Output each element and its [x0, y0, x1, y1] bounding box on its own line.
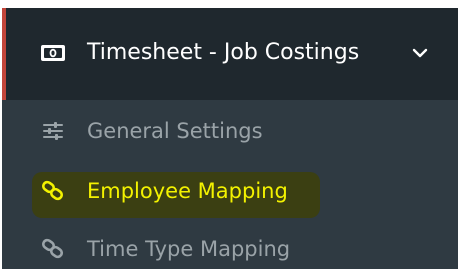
sliders-icon [43, 122, 63, 140]
menu-group-title: Timesheet - Job Costings [87, 40, 360, 65]
link-icon [41, 238, 64, 259]
menu-item-label: Time Type Mapping [87, 237, 291, 261]
menu-item-general-settings[interactable]: General Settings [2, 104, 458, 160]
active-accent-bar [2, 8, 6, 100]
menu-item-time-type-mapping[interactable]: Time Type Mapping [2, 222, 458, 278]
link-icon [41, 180, 64, 201]
menu-group-header[interactable]: Timesheet - Job Costings [2, 8, 458, 100]
menu-item-label: General Settings [87, 119, 263, 143]
money-icon [41, 45, 65, 61]
menu-item-employee-mapping[interactable]: Employee Mapping [2, 164, 458, 220]
menu-item-label: Employee Mapping [87, 179, 288, 203]
chevron-down-icon[interactable] [412, 46, 428, 60]
sidebar-menu: Timesheet - Job Costings General Setting… [2, 8, 458, 269]
screenshot-frame: Timesheet - Job Costings General Setting… [0, 0, 458, 269]
